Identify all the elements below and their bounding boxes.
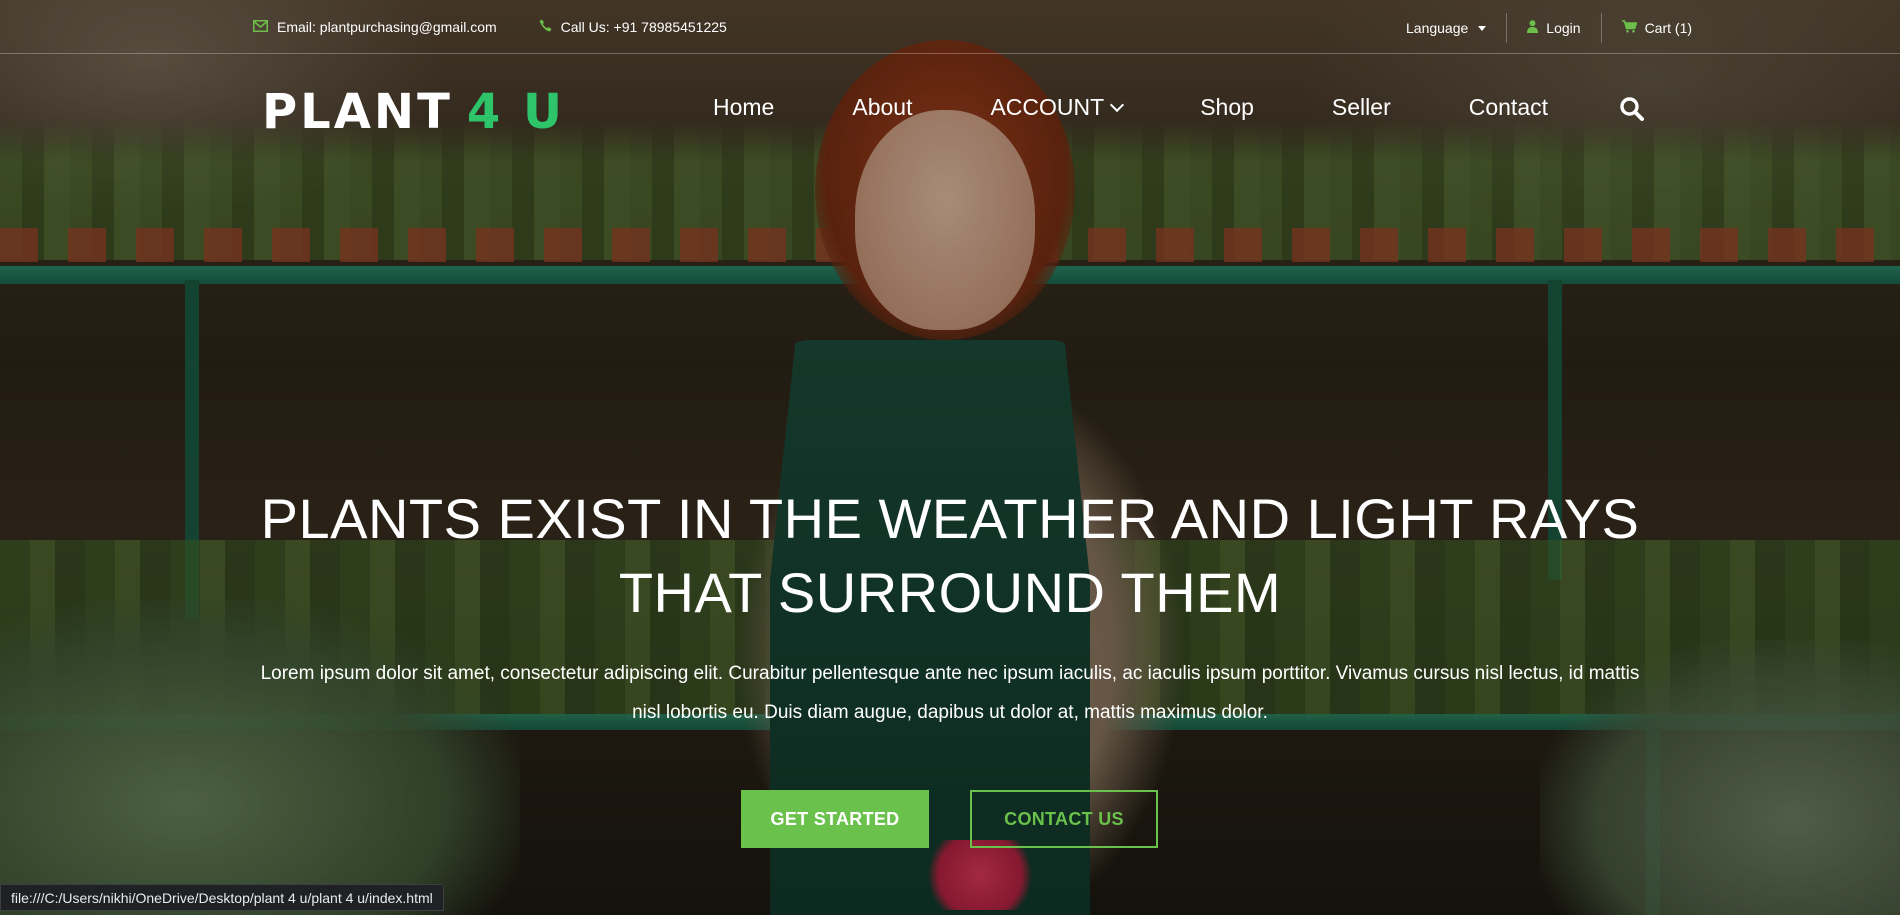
cart-icon: [1621, 20, 1638, 36]
nav-label: Shop: [1200, 94, 1254, 120]
login-link[interactable]: Login: [1507, 12, 1600, 44]
topbar-actions: Language Login Cart (1): [1386, 12, 1712, 44]
cart-link[interactable]: Cart (1): [1602, 12, 1712, 44]
contact-us-button[interactable]: CONTACT US: [970, 790, 1158, 848]
main-navigation: Home About ACCOUNT Shop Seller Contact: [713, 94, 1626, 121]
user-icon: [1527, 20, 1539, 36]
logo-main-text: PLANT: [262, 84, 453, 140]
browser-status-bar: file:///C:/Users/nikhi/OneDrive/Desktop/…: [0, 884, 444, 911]
nav-label: ACCOUNT: [990, 94, 1105, 120]
get-started-button[interactable]: GET STARTED: [741, 790, 929, 848]
hero-title: PLANTS EXIST IN THE WEATHER AND LIGHT RA…: [260, 487, 1640, 624]
envelope-icon: [253, 19, 268, 35]
contact-info: Email: plantpurchasing@gmail.com Call Us…: [253, 19, 727, 35]
hero-description: Lorem ipsum dolor sit amet, consectetur …: [260, 663, 1640, 723]
nav-item-account[interactable]: ACCOUNT: [990, 94, 1125, 121]
nav-label: About: [852, 94, 913, 120]
nav-label: Contact: [1468, 94, 1548, 120]
site-logo[interactable]: PLANT 4 U: [262, 84, 565, 140]
nav-label: Seller: [1331, 94, 1391, 120]
nav-label: Home: [713, 94, 775, 120]
search-button[interactable]: [1619, 96, 1645, 122]
search-icon: [1620, 97, 1644, 121]
chevron-down-icon: [1110, 97, 1125, 112]
nav-item-contact[interactable]: Contact: [1469, 94, 1548, 121]
language-label: Language: [1406, 20, 1469, 36]
caret-down-icon: [1478, 25, 1487, 31]
nav-item-about[interactable]: About: [852, 94, 912, 121]
nav-item-home[interactable]: Home: [713, 94, 774, 121]
phone-icon: [539, 19, 552, 35]
logo-accent-text: 4 U: [466, 84, 565, 140]
language-dropdown[interactable]: Language: [1386, 12, 1506, 44]
login-label: Login: [1546, 20, 1581, 36]
email-info[interactable]: Email: plantpurchasing@gmail.com: [253, 19, 497, 35]
nav-item-seller[interactable]: Seller: [1332, 94, 1391, 121]
phone-text: Call Us: +91 78985451225: [560, 19, 727, 35]
nav-item-shop[interactable]: Shop: [1200, 94, 1254, 121]
phone-info[interactable]: Call Us: +91 78985451225: [539, 19, 727, 35]
email-text: Email: plantpurchasing@gmail.com: [277, 19, 497, 35]
top-contact-bar: Email: plantpurchasing@gmail.com Call Us…: [0, 0, 1900, 54]
cart-label: Cart (1): [1644, 20, 1693, 36]
